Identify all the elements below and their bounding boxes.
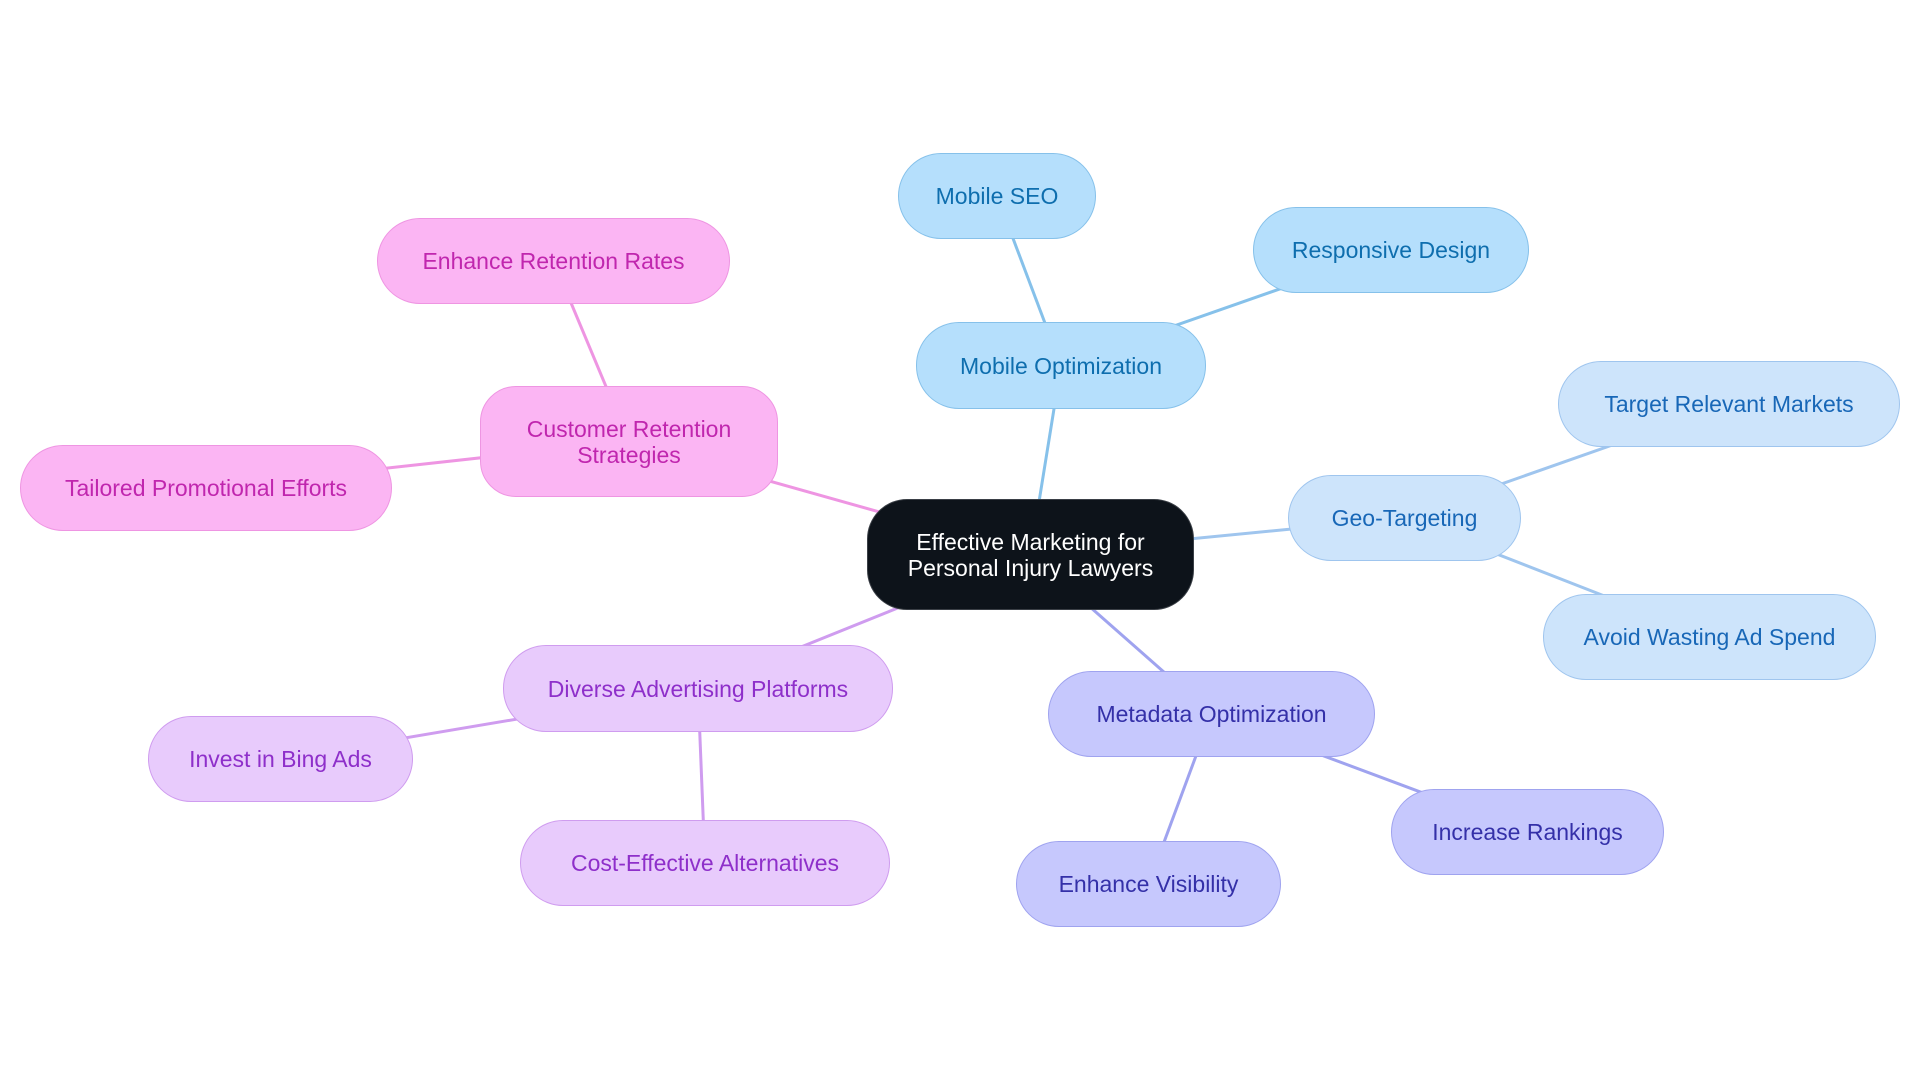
node-avoid-wasting-ad-spend[interactable]: Avoid Wasting Ad Spend	[1543, 594, 1876, 680]
node-label: Metadata Optimization	[1096, 701, 1327, 727]
node-label: Customer Retention Strategies	[526, 415, 732, 468]
node-label: Cost-Effective Alternatives	[570, 850, 840, 876]
node-label: Enhance Retention Rates	[422, 248, 685, 274]
node-cost-effective-alternatives[interactable]: Cost-Effective Alternatives	[520, 820, 890, 906]
node-label: Invest in Bing Ads	[189, 746, 372, 772]
node-label: Avoid Wasting Ad Spend	[1583, 624, 1836, 650]
node-tailored-promotional-efforts[interactable]: Tailored Promotional Efforts	[20, 445, 392, 531]
node-mobile-seo[interactable]: Mobile SEO	[898, 153, 1096, 239]
node-diverse-advertising-platforms[interactable]: Diverse Advertising Platforms	[503, 645, 893, 732]
node-increase-rankings[interactable]: Increase Rankings	[1391, 789, 1664, 875]
node-label: Mobile SEO	[935, 183, 1059, 209]
node-label: Target Relevant Markets	[1604, 391, 1854, 417]
root-node[interactable]: Effective Marketing for Personal Injury …	[867, 499, 1194, 610]
node-label: Enhance Visibility	[1058, 871, 1239, 897]
node-label: Geo-Targeting	[1331, 505, 1478, 531]
node-metadata-optimization[interactable]: Metadata Optimization	[1048, 671, 1375, 757]
node-customer-retention-strategies[interactable]: Customer Retention Strategies	[480, 386, 778, 497]
root-node-label: Effective Marketing for Personal Injury …	[907, 528, 1154, 581]
node-enhance-retention-rates[interactable]: Enhance Retention Rates	[377, 218, 730, 304]
node-label: Diverse Advertising Platforms	[547, 675, 849, 702]
node-label: Increase Rankings	[1432, 819, 1623, 845]
node-label: Mobile Optimization	[960, 352, 1162, 379]
node-responsive-design[interactable]: Responsive Design	[1253, 207, 1529, 293]
node-label: Responsive Design	[1291, 237, 1491, 263]
node-mobile-optimization[interactable]: Mobile Optimization	[916, 322, 1206, 409]
node-invest-in-bing-ads[interactable]: Invest in Bing Ads	[148, 716, 413, 802]
node-enhance-visibility[interactable]: Enhance Visibility	[1016, 841, 1281, 927]
node-geo-targeting[interactable]: Geo-Targeting	[1288, 475, 1521, 561]
node-target-relevant-markets[interactable]: Target Relevant Markets	[1558, 361, 1900, 447]
node-label: Tailored Promotional Efforts	[64, 475, 348, 501]
